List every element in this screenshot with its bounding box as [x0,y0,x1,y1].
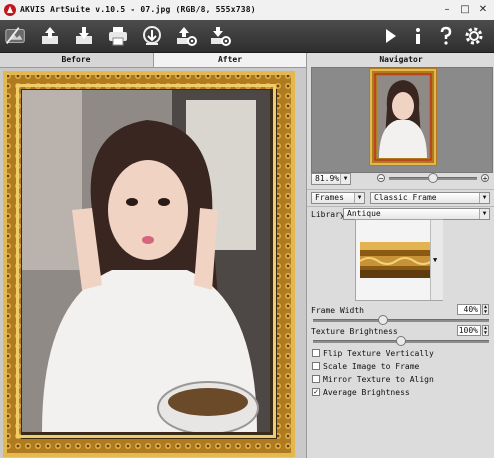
zoom-out-icon[interactable]: − [377,174,385,183]
settings-panel: Navigator 81.9% ▼ − + Frames ▼ Classic F… [306,53,494,458]
export-settings-icon[interactable] [208,24,232,48]
texture-brightness-label: Texture Brightness [311,327,398,336]
texture-brightness-value[interactable]: 100% [457,325,481,336]
library-value: Antique [347,209,381,218]
average-brightness-checkbox[interactable]: ✓ [312,388,320,396]
close-button[interactable]: ✕ [474,4,492,16]
flip-texture-label[interactable]: Flip Texture Vertically [323,349,434,358]
chevron-down-icon: ▼ [479,209,489,219]
minimize-button[interactable]: – [438,4,456,16]
mirror-texture-label[interactable]: Mirror Texture to Align [323,375,434,384]
chevron-down-icon: ▼ [340,174,350,184]
zoom-in-icon[interactable]: + [481,174,489,183]
artsuite-app-icon [4,4,16,16]
print-icon[interactable] [106,24,130,48]
navigator-title: Navigator [379,55,423,64]
texture-brightness-stepper[interactable]: ▲ ▼ [482,325,489,336]
share-icon[interactable] [140,24,164,48]
toolbar [0,20,494,53]
mirror-texture-checkbox[interactable] [312,375,320,383]
library-label: Library [311,210,345,219]
window-title: AKVIS ArtSuite v.10.5 - 07.jpg (RGB/8, 5… [20,5,256,14]
divider [307,206,494,207]
zoom-slider-thumb[interactable] [428,173,438,183]
frame-width-stepper[interactable]: ▲ ▼ [482,304,489,315]
portrait-photo [22,90,270,432]
artsuite-logo-icon [4,24,30,48]
save-icon[interactable] [72,24,96,48]
texture-brightness-slider-thumb[interactable] [396,336,406,346]
scale-image-label[interactable]: Scale Image to Frame [323,362,419,371]
open-icon[interactable] [38,24,62,48]
zoom-select[interactable]: 81.9% ▼ [311,173,351,185]
divider [307,189,494,190]
frame-width-slider-track[interactable] [313,319,489,322]
texture-preview[interactable]: ▼ [355,219,443,301]
preferences-gear-icon[interactable] [462,24,486,48]
navigator-preview[interactable] [311,67,493,173]
chevron-down-icon: ▼ [354,193,364,203]
effect-type-select[interactable]: Classic Frame ▼ [370,192,490,204]
effect-category-select[interactable]: Frames ▼ [311,192,365,204]
view-tabs: Before After [0,53,307,68]
chevron-down-icon: ▼ [479,193,489,203]
info-icon[interactable] [406,24,430,48]
frame-width-value[interactable]: 40% [457,304,481,315]
triangle-down-icon[interactable]: ▼ [433,256,437,264]
tab-after[interactable]: After [153,53,307,67]
title-bar: AKVIS ArtSuite v.10.5 - 07.jpg (RGB/8, 5… [0,0,494,21]
frame-width-slider-thumb[interactable] [378,315,389,325]
image-canvas[interactable] [0,68,306,458]
effect-type-value: Classic Frame [374,193,437,202]
zoom-value: 81.9% [315,174,340,183]
average-brightness-label[interactable]: Average Brightness [323,388,410,397]
frame-texture-swatch [360,242,432,278]
navigator-thumbnail [369,68,437,166]
maximize-button[interactable]: □ [456,4,474,16]
flip-texture-checkbox[interactable] [312,349,320,357]
frame-width-label: Frame Width [311,306,364,315]
run-icon[interactable] [378,24,402,48]
help-icon[interactable] [434,24,458,48]
effect-category-value: Frames [315,193,344,202]
import-settings-icon[interactable] [174,24,198,48]
scale-image-checkbox[interactable] [312,362,320,370]
tab-before[interactable]: Before [0,53,152,67]
